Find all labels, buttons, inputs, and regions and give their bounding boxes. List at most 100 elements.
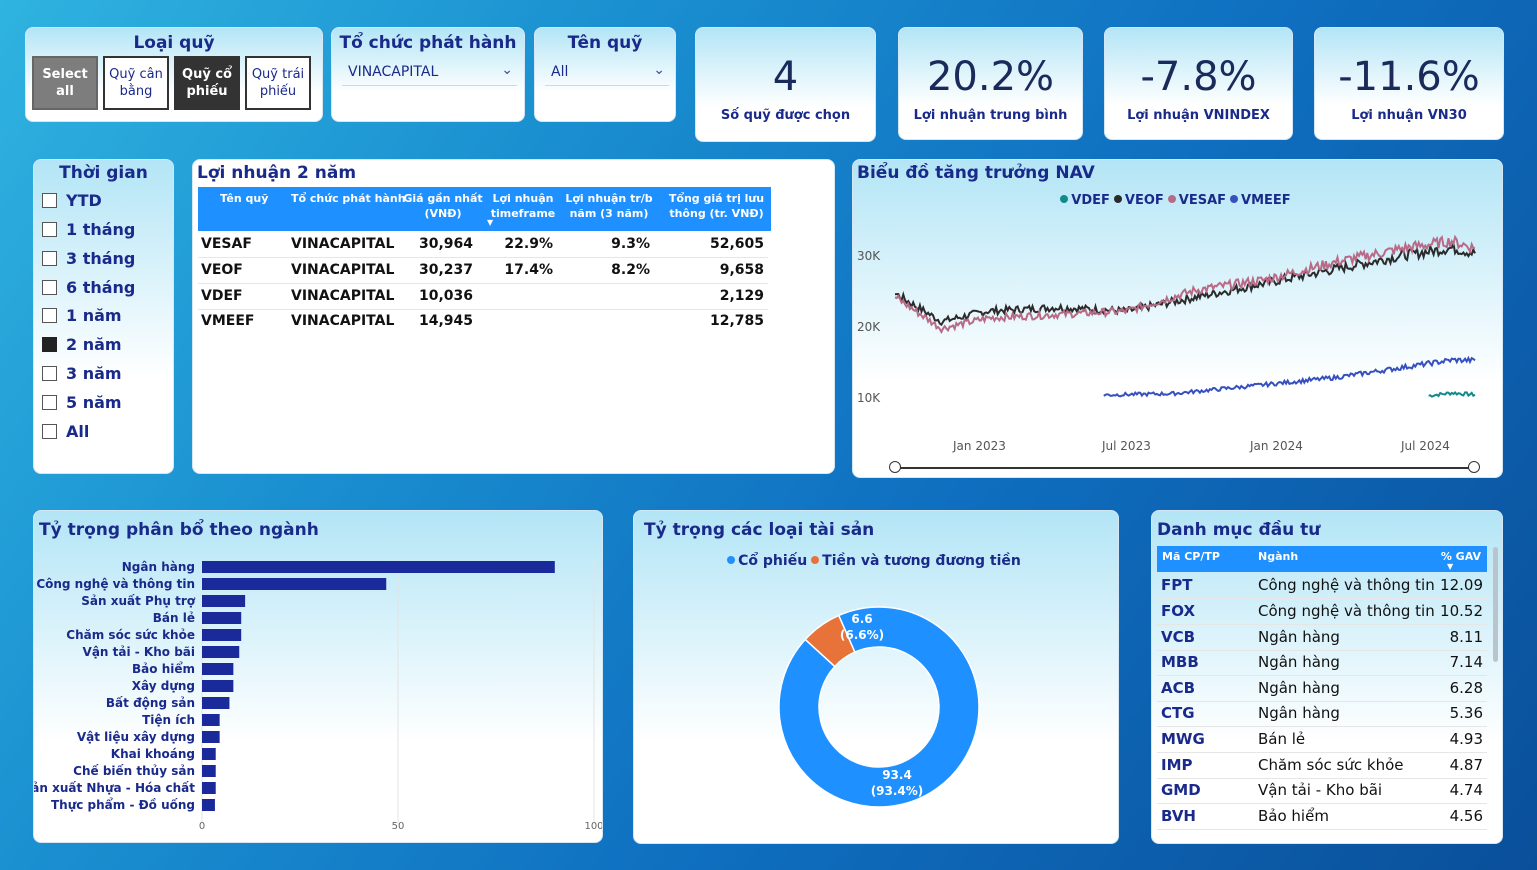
series-line-vdef[interactable] <box>1428 391 1476 398</box>
portfolio-header: Mã CP/TP Ngành % GAV ▼ <box>1157 546 1487 572</box>
table-row[interactable]: VDEF VINACAPITAL 10,036 2,129 <box>198 284 768 310</box>
table-row[interactable]: IMP Chăm sóc sức khỏe 4.87 <box>1157 753 1487 779</box>
kpi-vnindex-return: -7.8% Lợi nhuận VNINDEX <box>1104 27 1293 140</box>
sector-chart-card: Tỷ trọng phân bổ theo ngành Ngân hàng Côn… <box>33 510 603 843</box>
time-option-selected[interactable]: 2 năm <box>42 332 122 356</box>
checkbox-icon <box>42 394 57 410</box>
bar[interactable] <box>202 646 240 658</box>
table-row[interactable]: VCB Ngân hàng 8.11 <box>1157 625 1487 651</box>
table-row[interactable]: MWG Bán lẻ 4.93 <box>1157 727 1487 753</box>
bar[interactable] <box>202 561 555 573</box>
table-row[interactable]: ACB Ngân hàng 6.28 <box>1157 676 1487 702</box>
time-slicer: Thời gian YTD 1 tháng 3 tháng 6 tháng 1 … <box>33 159 174 474</box>
x-tick: 0 <box>199 821 205 832</box>
kpi-value: -11.6% <box>1338 54 1480 100</box>
select-all-button[interactable]: Select all <box>32 56 98 110</box>
bar[interactable] <box>202 578 387 590</box>
sort-desc-icon: ▼ <box>1447 562 1454 571</box>
bar[interactable] <box>202 714 220 726</box>
date-range-slider[interactable] <box>895 467 1474 469</box>
nav-chart-card: Biểu đồ tăng trưởng NAV VDEF VEOF VESAF VME… <box>852 159 1503 478</box>
bar[interactable] <box>202 748 216 760</box>
table-row[interactable]: VESAF VINACAPITAL 30,964 22.9% 9.3% 52,6… <box>198 232 768 258</box>
col-header[interactable]: Lợi nhuận timeframe <box>488 191 558 221</box>
category-label: Tiện ích <box>142 713 195 727</box>
kpi-label: Lợi nhuận trung bình <box>913 108 1068 123</box>
kpi-value: 4 <box>772 54 799 100</box>
category-label: Thực phẩm - Đồ uống <box>51 797 195 812</box>
time-option[interactable]: YTD <box>42 188 102 212</box>
table-row[interactable]: BVH Bảo hiểm 4.56 <box>1157 804 1487 830</box>
bar[interactable] <box>202 697 230 709</box>
balanced-fund-button[interactable]: Quỹ cân bằng <box>103 56 169 110</box>
y-tick: 10K <box>857 391 881 405</box>
returns-table-header: Tên quỹ Tổ chức phát hành Giá gần nhất (… <box>198 187 771 231</box>
x-tick: Jul 2023 <box>1102 439 1151 453</box>
time-option[interactable]: 3 tháng <box>42 246 135 270</box>
table-row[interactable]: VMEEF VINACAPITAL 14,945 12,785 <box>198 309 768 334</box>
time-option[interactable]: All <box>42 419 89 443</box>
slice-label-cash: 6.6 (6.6%) <box>839 612 885 642</box>
col-header[interactable]: Ngành <box>1258 550 1298 563</box>
slice-label-equity: 93.4 (93.4%) <box>870 768 924 798</box>
table-row[interactable]: GMD Vận tải - Kho bãi 4.74 <box>1157 778 1487 804</box>
issuer-slicer: Tổ chức phát hành VINACAPITAL ⌄ <box>331 27 525 122</box>
bar[interactable] <box>202 765 216 777</box>
chevron-down-icon: ⌄ <box>653 62 665 78</box>
series-line-veof[interactable] <box>894 239 1476 327</box>
table-row[interactable]: FOX Công nghệ và thông tin 10.52 <box>1157 599 1487 625</box>
table-row[interactable]: FPT Công nghệ và thông tin 12.09 <box>1157 573 1487 599</box>
kpi-fund-count: 4 Số quỹ được chọn <box>695 27 876 142</box>
category-label: Bán lẻ <box>153 611 195 625</box>
kpi-value: 20.2% <box>926 54 1055 100</box>
category-label: Sản xuất Nhựa - Hóa chất <box>34 781 195 795</box>
returns-table-card: Lợi nhuận 2 năm Tên quỹ Tổ chức phát hàn… <box>192 159 835 474</box>
bar[interactable] <box>202 782 216 794</box>
bar[interactable] <box>202 612 242 624</box>
bar[interactable] <box>202 799 215 811</box>
time-title: Thời gian <box>59 163 148 183</box>
bar[interactable] <box>202 629 242 641</box>
kpi-label: Lợi nhuận VN30 <box>1351 108 1467 123</box>
slider-handle-start[interactable] <box>889 461 901 473</box>
scrollbar[interactable] <box>1493 547 1498 662</box>
bond-fund-button[interactable]: Quỹ trái phiếu <box>245 56 311 110</box>
slider-handle-end[interactable] <box>1468 461 1480 473</box>
time-option[interactable]: 6 tháng <box>42 275 135 299</box>
time-option[interactable]: 1 tháng <box>42 217 135 241</box>
table-row[interactable]: CTG Ngân hàng 5.36 <box>1157 701 1487 727</box>
category-label: Xây dựng <box>132 679 195 693</box>
category-label: Bảo hiểm <box>132 661 195 676</box>
bar[interactable] <box>202 595 246 607</box>
checkbox-icon <box>42 221 57 237</box>
category-label: Bất động sản <box>106 696 195 710</box>
col-header[interactable]: Lợi nhuận tr/b năm (3 năm) <box>564 191 654 221</box>
y-tick: 30K <box>857 249 881 263</box>
fund-name-dropdown[interactable]: All ⌄ <box>545 61 669 86</box>
col-header[interactable]: Tên quỹ <box>220 191 268 206</box>
series-line-vesaf[interactable] <box>894 234 1476 335</box>
fund-name-value: All <box>551 64 569 80</box>
time-option[interactable]: 5 năm <box>42 390 122 414</box>
fund-name-slicer: Tên quỹ All ⌄ <box>534 27 676 122</box>
col-header[interactable]: Tổng giá trị lưu thông (tr. VNĐ) <box>664 191 769 221</box>
col-header[interactable]: Tổ chức phát hành <box>291 191 406 206</box>
kpi-vn30-return: -11.6% Lợi nhuận VN30 <box>1314 27 1504 140</box>
table-row[interactable]: VEOF VINACAPITAL 30,237 17.4% 8.2% 9,658 <box>198 258 768 284</box>
equity-fund-button[interactable]: Quỹ cổ phiếu <box>174 56 240 110</box>
chevron-down-icon: ⌄ <box>501 62 513 78</box>
returns-table-title: Lợi nhuận 2 năm <box>197 163 357 183</box>
bar[interactable] <box>202 680 234 692</box>
nav-line-chart <box>894 234 1476 398</box>
kpi-avg-return: 20.2% Lợi nhuận trung bình <box>898 27 1083 140</box>
col-header[interactable]: Giá gần nhất (VNĐ) <box>403 191 483 221</box>
time-option[interactable]: 3 năm <box>42 361 122 385</box>
table-row[interactable]: MBB Ngân hàng 7.14 <box>1157 650 1487 676</box>
category-label: Vật liệu xây dựng <box>77 730 195 744</box>
col-header[interactable]: Mã CP/TP <box>1162 550 1220 563</box>
bar[interactable] <box>202 731 220 743</box>
time-option[interactable]: 1 năm <box>42 303 122 327</box>
bar[interactable] <box>202 663 234 675</box>
issuer-dropdown[interactable]: VINACAPITAL ⌄ <box>342 61 517 86</box>
series-line-vmeef[interactable] <box>1103 355 1476 398</box>
